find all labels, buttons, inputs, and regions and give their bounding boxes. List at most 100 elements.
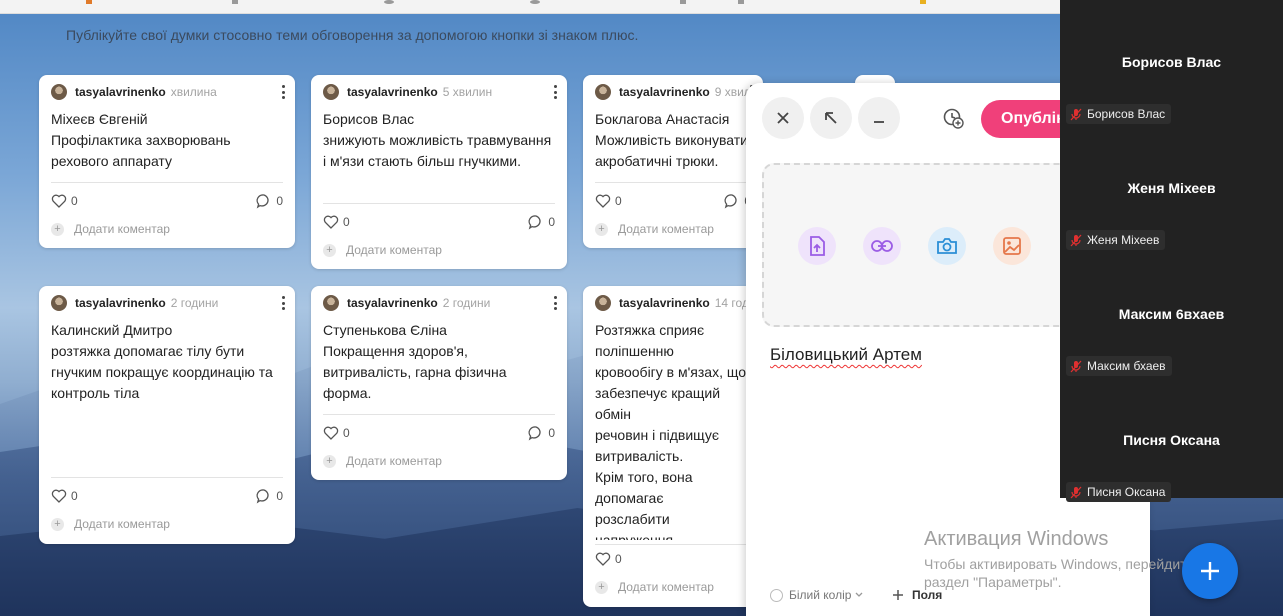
comment-bubble-icon bbox=[528, 215, 541, 230]
heart-icon[interactable] bbox=[323, 426, 339, 440]
post-text: Міхеєв Євгеній Профілактика захворювань … bbox=[51, 111, 231, 169]
participant-tile[interactable]: Борисов Влас Борисов Влас bbox=[1060, 8, 1283, 134]
upload-file-button[interactable] bbox=[798, 227, 836, 265]
more-options-icon[interactable] bbox=[281, 85, 285, 99]
call-participants-panel: Борисов Влас Борисов Влас Женя Міхеев Женя… bbox=[1060, 0, 1283, 502]
avatar[interactable] bbox=[51, 295, 67, 311]
plus-circle-icon: + bbox=[51, 517, 64, 531]
post-text: Борисов Влас знижують можливість травмув… bbox=[323, 111, 552, 169]
divider bbox=[323, 414, 555, 415]
comment-bubble-icon bbox=[256, 194, 269, 209]
divider bbox=[595, 182, 751, 183]
plus-circle-icon: + bbox=[323, 454, 336, 468]
add-comment-label: Додати коментар bbox=[618, 222, 714, 236]
expand-button[interactable] bbox=[810, 97, 852, 139]
post-text: Боклагова Анастасія Можливість виконуват… bbox=[595, 111, 748, 169]
add-comment-button[interactable]: + Додати коментар bbox=[51, 516, 170, 532]
author-name[interactable]: tasyalavrinenko bbox=[347, 296, 438, 310]
like-count: 0 bbox=[343, 426, 350, 440]
add-link-button[interactable] bbox=[863, 227, 901, 265]
comments-counter[interactable]: 0 bbox=[528, 214, 555, 230]
post-card[interactable]: tasyalavrinenko 5 хвилин Борисов Влас зниж… bbox=[311, 75, 567, 269]
add-post-button[interactable] bbox=[1182, 543, 1238, 599]
add-comment-button[interactable]: + Додати коментар bbox=[323, 242, 442, 258]
divider bbox=[595, 544, 751, 545]
participant-label: Борисов Влас bbox=[1066, 104, 1172, 124]
add-comment-button[interactable]: + Додати коментар bbox=[51, 221, 170, 237]
more-options-icon[interactable] bbox=[553, 296, 557, 310]
avatar[interactable] bbox=[595, 295, 611, 311]
avatar[interactable] bbox=[323, 295, 339, 311]
close-icon bbox=[777, 112, 789, 124]
heart-icon[interactable] bbox=[595, 194, 611, 208]
comment-count: 0 bbox=[548, 426, 555, 440]
post-card[interactable]: tasyalavrinenko 2 години Ступенькова Єліна… bbox=[311, 286, 567, 480]
add-comment-button[interactable]: + Додати коментар bbox=[595, 221, 714, 237]
browser-bookmarks-bar bbox=[0, 0, 1060, 14]
add-comment-button[interactable]: + Додати коментар bbox=[595, 579, 714, 595]
post-card[interactable]: tasyalavrinenko хвилина Міхеєв Євгеній Про… bbox=[39, 75, 295, 248]
participant-label-text: Максим бхаев bbox=[1087, 359, 1166, 373]
camera-icon bbox=[937, 238, 957, 254]
add-comment-button[interactable]: + Додати коментар bbox=[323, 453, 442, 469]
plus-icon bbox=[1201, 562, 1219, 580]
participant-label-text: Женя Міхеев bbox=[1087, 233, 1160, 247]
author-name[interactable]: tasyalavrinenko bbox=[619, 85, 710, 99]
mic-muted-icon bbox=[1070, 234, 1082, 246]
comments-counter[interactable]: 0 bbox=[528, 425, 555, 441]
like-count: 0 bbox=[71, 489, 78, 503]
participant-name: Женя Міхеев bbox=[1127, 180, 1216, 196]
avatar[interactable] bbox=[595, 84, 611, 100]
post-card[interactable]: tasyalavrinenko14 годин Розтяжка сприяє п… bbox=[583, 286, 763, 607]
card-header: tasyalavrinenko хвилина bbox=[51, 84, 285, 100]
post-title-input[interactable]: Біловицький Артем bbox=[770, 345, 922, 365]
board-subtitle: Публікуйте свої думки стосовно теми обго… bbox=[66, 27, 639, 43]
post-time: 5 хвилин bbox=[442, 85, 493, 99]
avatar[interactable] bbox=[323, 84, 339, 100]
post-card[interactable]: tasyalavrinenko9 хвилин Боклагова Анастас… bbox=[583, 75, 763, 248]
author-name[interactable]: tasyalavrinenko bbox=[75, 296, 166, 310]
card-header: tasyalavrinenko 5 хвилин bbox=[323, 84, 557, 100]
color-selector[interactable]: Білий колір bbox=[770, 588, 864, 602]
post-time: хвилина bbox=[170, 85, 217, 99]
comment-count: 0 bbox=[276, 194, 283, 208]
comments-counter[interactable]: 0 bbox=[256, 488, 283, 504]
mic-muted-icon bbox=[1070, 108, 1082, 120]
comment-bubble-icon bbox=[528, 426, 541, 441]
like-count: 0 bbox=[343, 215, 350, 229]
comment-count: 0 bbox=[548, 215, 555, 229]
comments-counter[interactable]: 0 bbox=[256, 193, 283, 209]
link-icon bbox=[871, 240, 893, 252]
close-button[interactable] bbox=[762, 97, 804, 139]
activation-line-2: раздел "Параметры". bbox=[924, 574, 1062, 590]
more-options-icon[interactable] bbox=[553, 85, 557, 99]
image-search-button[interactable] bbox=[993, 227, 1031, 265]
participant-tile[interactable]: Максим 6вхаев Максим бхаев bbox=[1060, 260, 1283, 386]
comment-count: 0 bbox=[276, 489, 283, 503]
color-label: Білий колір bbox=[789, 588, 852, 602]
minimize-button[interactable] bbox=[858, 97, 900, 139]
comment-bubble-icon bbox=[724, 194, 737, 209]
schedule-icon[interactable] bbox=[942, 107, 964, 129]
post-card[interactable]: tasyalavrinenko 2 години Калинский Дмитро… bbox=[39, 286, 295, 544]
post-text: Калинский Дмитро розтяжка допомагає тілу… bbox=[51, 322, 273, 401]
mic-muted-icon bbox=[1070, 360, 1082, 372]
heart-icon[interactable] bbox=[323, 215, 339, 229]
camera-button[interactable] bbox=[928, 227, 966, 265]
avatar[interactable] bbox=[51, 84, 67, 100]
author-name[interactable]: tasyalavrinenko bbox=[347, 85, 438, 99]
comment-bubble-icon bbox=[256, 489, 269, 504]
author-name[interactable]: tasyalavrinenko bbox=[619, 296, 710, 310]
author-name[interactable]: tasyalavrinenko bbox=[75, 85, 166, 99]
participant-label: Максим бхаев bbox=[1066, 356, 1172, 376]
participant-tile[interactable]: Женя Міхеев Женя Міхеев bbox=[1060, 134, 1283, 260]
participant-label: Писня Оксана bbox=[1066, 482, 1172, 502]
heart-icon[interactable] bbox=[51, 489, 67, 503]
participant-tile[interactable]: Писня Оксана Писня Оксана bbox=[1060, 386, 1283, 512]
heart-icon[interactable] bbox=[595, 552, 611, 566]
plus-circle-icon: + bbox=[595, 580, 608, 594]
heart-icon[interactable] bbox=[51, 194, 67, 208]
more-options-icon[interactable] bbox=[281, 296, 285, 310]
post-text: Розтяжка сприяє поліпшенню кровообігу в … bbox=[595, 322, 747, 540]
activation-title: Активация Windows bbox=[924, 528, 1109, 550]
